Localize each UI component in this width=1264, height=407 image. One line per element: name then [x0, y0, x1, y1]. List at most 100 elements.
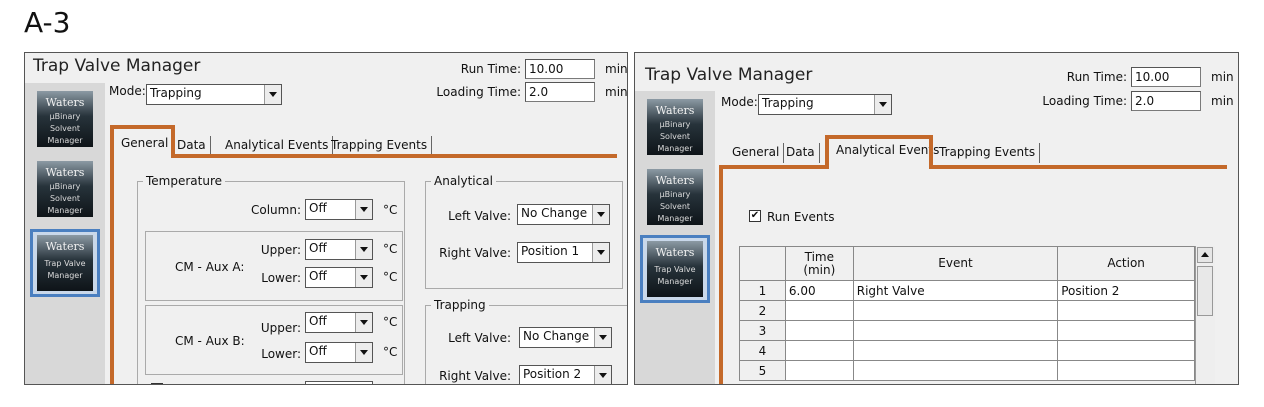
chevron-down-icon[interactable] [355, 343, 372, 362]
loading-time-input[interactable]: 2.0 [1131, 91, 1201, 111]
trapping-left-valve-select[interactable]: No Change [519, 327, 612, 348]
chevron-down-icon[interactable] [355, 240, 372, 259]
action-cell[interactable] [1057, 300, 1195, 321]
binary-solvent-manager-module-1[interactable]: Waters µBinary Solvent Manager [647, 99, 703, 155]
tab-analytical-events[interactable]: Analytical Events [832, 141, 943, 161]
tab-trapping-events[interactable]: Trapping Events [935, 143, 1041, 163]
trapping-left-valve-label: Left Valve: [448, 331, 511, 345]
module-name-line1: µBinary [49, 112, 81, 121]
trap-valve-manager-module[interactable]: Waters Trap Valve Manager [647, 241, 703, 297]
scroll-up-arrow-icon[interactable] [1197, 247, 1213, 263]
time-cell[interactable] [784, 300, 854, 321]
binary-solvent-manager-module-2[interactable]: Waters µBinary Solvent Manager [37, 161, 93, 217]
module-name-line2: Manager [657, 277, 693, 286]
action-column-header[interactable]: Action [1057, 246, 1195, 281]
chevron-down-icon[interactable] [592, 205, 609, 224]
mode-select[interactable]: Trapping [758, 94, 892, 115]
action-cell[interactable] [1057, 340, 1195, 361]
tab-general[interactable]: General [117, 134, 174, 154]
analytical-right-valve-value: Position 1 [521, 244, 580, 258]
table-row[interactable]: 5 [739, 360, 1195, 381]
binary-solvent-manager-module-2[interactable]: Waters µBinary Solvent Manager [647, 169, 703, 225]
aux-a-lower-select[interactable]: Off [305, 267, 373, 288]
time-cell[interactable] [784, 340, 854, 361]
analytical-left-valve-select[interactable]: No Change [517, 204, 610, 225]
event-cell[interactable] [852, 360, 1059, 381]
aux-b-upper-select[interactable]: Off [305, 312, 373, 333]
chevron-down-icon[interactable] [355, 200, 372, 219]
table-row[interactable]: 4 [739, 340, 1195, 361]
action-cell[interactable]: Position 2 [1057, 280, 1195, 301]
aux-a-upper-select[interactable]: Off [305, 239, 373, 260]
aux-a-upper-label: Upper: [260, 243, 301, 257]
partial-select[interactable] [305, 381, 373, 384]
analytical-right-valve-select[interactable]: Position 1 [517, 242, 610, 263]
analytical-events-table[interactable]: Time (min) Event Action 1 6.00 Right Valv… [739, 246, 1195, 381]
binary-solvent-manager-module-1[interactable]: Waters µBinary Solvent Manager [37, 91, 93, 147]
active-tab-highlight-right [929, 135, 933, 169]
table-row[interactable]: 2 [739, 300, 1195, 321]
aux-a-upper-value: Off [309, 241, 327, 255]
trap-valve-manager-module[interactable]: Waters Trap Valve Manager [37, 235, 93, 291]
chevron-down-icon[interactable] [592, 243, 609, 262]
chevron-down-icon[interactable] [874, 95, 891, 114]
time-cell[interactable]: 6.00 [784, 280, 854, 301]
time-cell[interactable] [784, 320, 854, 341]
loading-time-unit: min [1211, 94, 1234, 108]
module-name-line1: Trap Valve [44, 259, 86, 268]
chevron-down-icon[interactable] [594, 328, 611, 347]
scrollbar-thumb[interactable] [1197, 266, 1213, 316]
tab-general[interactable]: General [728, 143, 785, 163]
mode-label: Mode: [721, 95, 758, 109]
mode-select[interactable]: Trapping [146, 84, 282, 105]
row-number: 1 [739, 280, 786, 301]
waters-logo: Waters [45, 96, 85, 109]
chevron-down-icon[interactable] [355, 313, 372, 332]
aux-a-lower-value: Off [309, 269, 327, 283]
tab-data[interactable]: Data [782, 143, 820, 163]
tab-analytical-events[interactable]: Analytical Events [221, 136, 334, 156]
action-cell[interactable] [1057, 320, 1195, 341]
event-cell[interactable]: Right Valve [852, 280, 1059, 301]
column-temp-select[interactable]: Off [305, 199, 373, 220]
time-column-header[interactable]: Time (min) [784, 246, 854, 281]
time-header-line2: (min) [803, 262, 836, 277]
analytical-group-title: Analytical [431, 174, 496, 188]
chevron-down-icon[interactable] [355, 268, 372, 287]
event-cell[interactable] [852, 300, 1059, 321]
action-cell[interactable] [1057, 360, 1195, 381]
mode-select-value: Trapping [762, 96, 814, 110]
active-tab-highlight-baseline-right [929, 165, 1227, 169]
table-row[interactable]: 3 [739, 320, 1195, 341]
event-cell[interactable] [852, 340, 1059, 361]
aux-b-lower-select[interactable]: Off [305, 342, 373, 363]
event-cell[interactable] [852, 320, 1059, 341]
aux-b-lower-label: Lower: [261, 347, 301, 361]
event-column-header[interactable]: Event [852, 246, 1059, 281]
run-events-checkbox[interactable]: ✔ [749, 210, 761, 222]
time-cell[interactable] [784, 360, 854, 381]
run-time-input[interactable]: 10.00 [525, 59, 595, 79]
tab-data[interactable]: Data [173, 136, 211, 156]
table-vertical-scrollbar[interactable] [1195, 246, 1215, 384]
aux-b-upper-value: Off [309, 314, 327, 328]
row-number: 4 [739, 340, 786, 361]
trapping-right-valve-label: Right Valve: [439, 369, 511, 383]
trapping-right-valve-select[interactable]: Position 2 [519, 365, 612, 384]
aux-b-label: CM - Aux B: [175, 334, 245, 348]
partial-checkbox[interactable] [151, 383, 163, 384]
run-time-input[interactable]: 10.00 [1131, 67, 1201, 87]
loading-time-input[interactable]: 2.0 [525, 82, 595, 102]
analytical-left-valve-label: Left Valve: [448, 209, 511, 223]
time-header-line1: Time [804, 249, 834, 264]
chevron-down-icon[interactable] [594, 366, 611, 384]
tab-trapping-events[interactable]: Trapping Events [327, 136, 433, 156]
active-tab-highlight-left [825, 135, 829, 169]
module-name-line2: Manager [47, 271, 83, 280]
table-row[interactable]: 1 6.00 Right Valve Position 2 [739, 280, 1195, 301]
waters-logo: Waters [655, 104, 695, 117]
module-name-line3: Manager [47, 206, 83, 215]
run-time-label: Run Time: [460, 62, 521, 76]
chevron-down-icon[interactable] [264, 85, 281, 104]
panel-title: Trap Valve Manager [645, 65, 813, 85]
